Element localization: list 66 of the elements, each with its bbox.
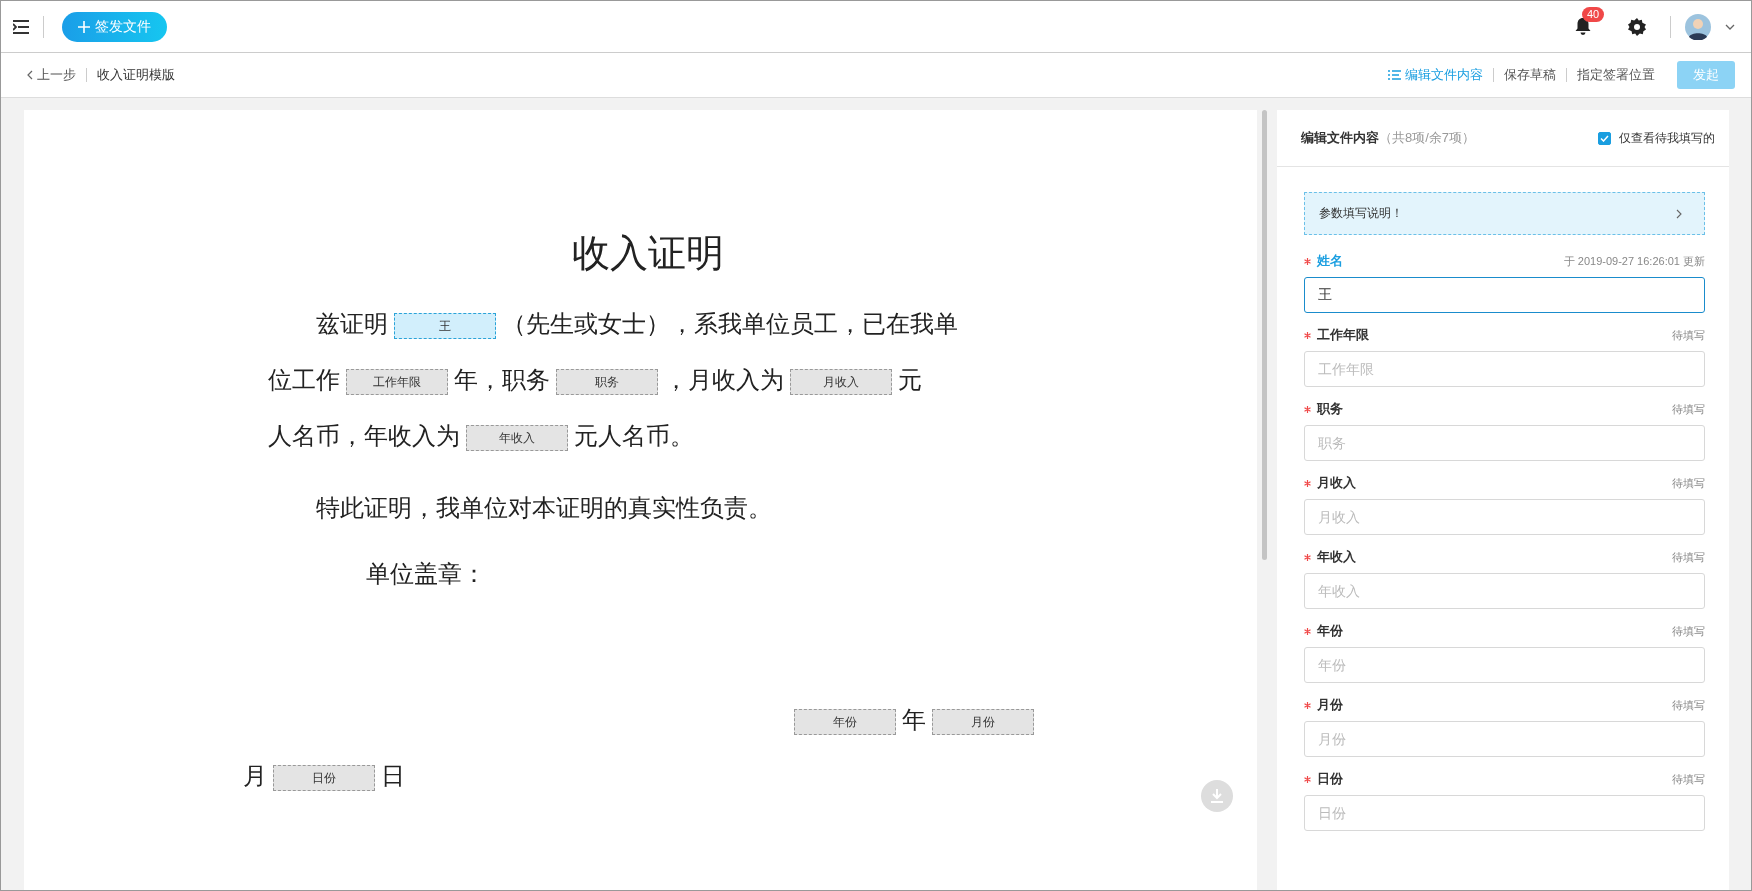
fill-in-field[interactable]: 日份 (273, 765, 375, 792)
document-title: 收入证明模版 (97, 66, 175, 84)
fill-in-field[interactable]: 月份 (932, 709, 1034, 736)
document-text: 特此证明，我单位对本证明的真实性负责。 (316, 495, 772, 521)
field-status: 待填写 (1672, 475, 1705, 491)
back-link[interactable]: 上一步 (27, 66, 76, 84)
notification-badge: 40 (1582, 7, 1605, 22)
document-text: 月 (243, 763, 267, 789)
field-status: 待填写 (1672, 327, 1705, 343)
input-field[interactable]: 月收入 (1304, 499, 1705, 535)
field-label: 姓名 (1317, 252, 1343, 270)
field-status: 待填写 (1672, 697, 1705, 713)
field-label: 年收入 (1317, 548, 1356, 566)
document-text: 日 (381, 763, 405, 789)
field-status: 于 2019-09-27 16:26:01 更新 (1563, 253, 1705, 269)
chevron-down-icon[interactable] (1725, 23, 1735, 30)
list-icon (1388, 70, 1401, 80)
chevron-left-icon (27, 70, 33, 80)
fill-in-field[interactable]: 年收入 (466, 425, 568, 452)
field-label: 日份 (1317, 770, 1343, 788)
field-label: 工作年限 (1317, 326, 1369, 344)
input-field[interactable]: 年份 (1304, 647, 1705, 683)
settings-icon[interactable] (1628, 17, 1646, 36)
field-status: 待填写 (1672, 549, 1705, 565)
input-field[interactable]: 年收入 (1304, 573, 1705, 609)
document-text: 单位盖章： (366, 561, 486, 587)
document-text: 兹证明 (316, 311, 388, 337)
field-label: 年份 (1317, 622, 1343, 640)
input-field[interactable]: 日份 (1304, 795, 1705, 831)
input-field[interactable]: 工作年限 (1304, 351, 1705, 387)
download-icon (1209, 788, 1225, 804)
avatar[interactable] (1685, 13, 1711, 40)
input-field[interactable]: 月份 (1304, 721, 1705, 757)
notice-text: 参数填写说明！ (1319, 205, 1403, 222)
checkbox-label[interactable]: 仅查看待我填写的 (1619, 129, 1715, 147)
input-field[interactable]: 王 (1304, 277, 1705, 313)
document-text: （先生或女士），系我单位员工，已在我单 (502, 311, 958, 337)
input-field[interactable]: 职务 (1304, 425, 1705, 461)
fill-in-field[interactable]: 王 (394, 313, 496, 340)
document-text: 年 (902, 707, 926, 733)
toolbar-link[interactable]: 保存草稿 (1504, 66, 1556, 84)
document-text: 元 (898, 367, 922, 393)
panel-title: 编辑文件内容 (1301, 129, 1379, 147)
document-text: 元人名币。 (574, 423, 694, 449)
fill-in-field[interactable]: 工作年限 (346, 369, 448, 396)
document-text: 位工作 (268, 367, 340, 393)
item-count: （共8项/余7项） (1379, 129, 1476, 147)
field-label: 月收入 (1317, 474, 1356, 492)
field-status: 待填写 (1672, 401, 1705, 417)
toolbar-link[interactable]: 指定签署位置 (1577, 66, 1655, 84)
checkbox[interactable] (1598, 131, 1611, 145)
fill-in-field[interactable]: 年份 (794, 709, 896, 736)
field-label: 月份 (1317, 696, 1343, 714)
field-status: 待填写 (1672, 623, 1705, 639)
notice-banner[interactable]: 参数填写说明！ (1304, 192, 1705, 235)
fill-in-field[interactable]: 职务 (556, 369, 658, 396)
field-status: 待填写 (1672, 771, 1705, 787)
field-label: 职务 (1317, 400, 1343, 418)
menu-icon[interactable] (13, 19, 29, 34)
document-heading: 收入证明 (572, 232, 724, 274)
document-text: 年，职务 (454, 367, 550, 393)
chevron-right-icon (1676, 208, 1682, 219)
plus-icon (78, 20, 90, 33)
document-text: ，月收入为 (664, 367, 784, 393)
document-text: 人名币，年收入为 (268, 423, 460, 449)
fill-in-field[interactable]: 月收入 (790, 369, 892, 396)
